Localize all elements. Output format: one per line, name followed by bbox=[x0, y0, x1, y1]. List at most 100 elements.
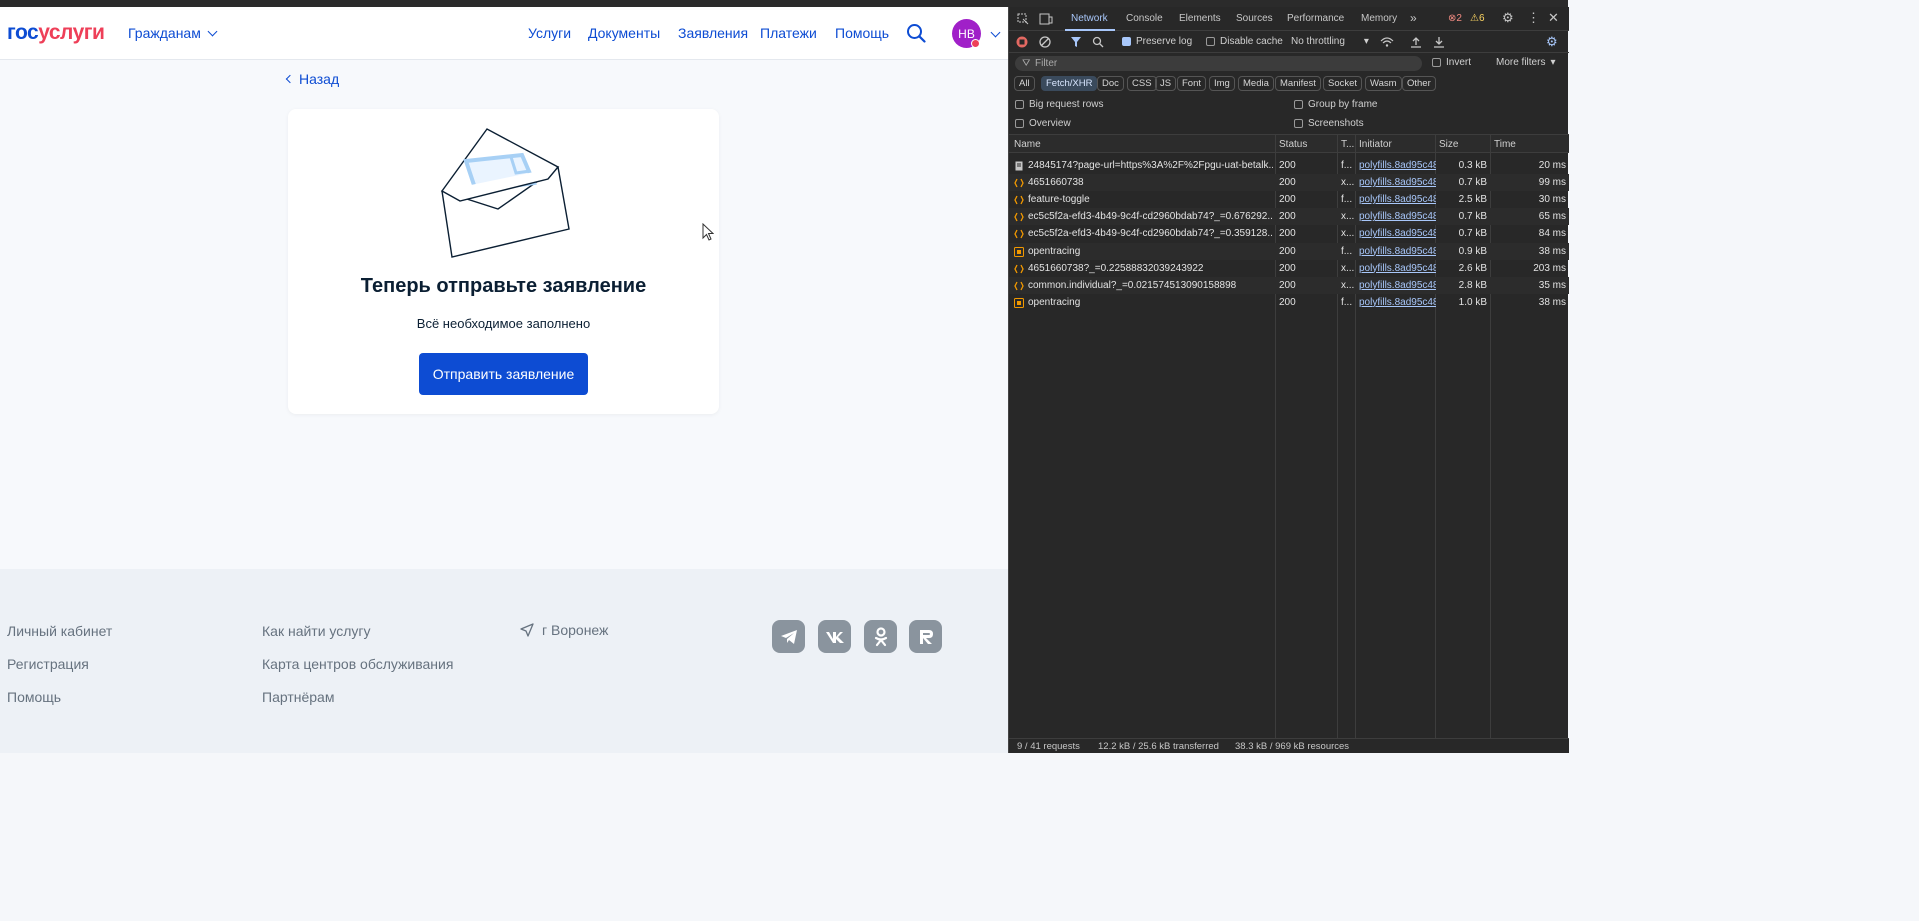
table-row[interactable]: ec5c5f2a-efd3-4b49-9c4f-cd2960bdab74?_=0… bbox=[1009, 208, 1569, 226]
chevron-left-icon bbox=[285, 74, 295, 84]
type-filter-manifest[interactable]: Manifest bbox=[1275, 76, 1321, 91]
type-filter-img[interactable]: Img bbox=[1209, 76, 1235, 91]
more-filters-dropdown[interactable]: More filters ▾ bbox=[1496, 57, 1555, 68]
more-options-icon[interactable]: ⋮ bbox=[1527, 10, 1540, 26]
type-filter-socket[interactable]: Socket bbox=[1323, 76, 1363, 91]
request-initiator[interactable]: polyfills.8ad95c48 bbox=[1359, 246, 1436, 257]
request-type: x... bbox=[1341, 279, 1355, 291]
table-row[interactable]: 24845174?page-url=https%3A%2F%2Fpgu-uat-… bbox=[1009, 157, 1569, 174]
audience-dropdown[interactable]: Гражданам bbox=[128, 25, 218, 41]
request-initiator[interactable]: polyfills.8ad95c48 bbox=[1359, 194, 1436, 205]
type-filter-js[interactable]: JS bbox=[1155, 76, 1177, 91]
tab-performance[interactable]: Performance bbox=[1287, 13, 1344, 24]
footer-link-find-service[interactable]: Как найти услугу bbox=[262, 623, 453, 656]
request-status: 200 bbox=[1279, 279, 1296, 291]
column-initiator[interactable]: Initiator bbox=[1359, 139, 1392, 150]
footer-link-help[interactable]: Помощь bbox=[7, 689, 112, 722]
column-name[interactable]: Name bbox=[1014, 139, 1041, 150]
type-filter-all[interactable]: All bbox=[1014, 76, 1035, 91]
column-status[interactable]: Status bbox=[1279, 139, 1307, 150]
footer-link-cabinet[interactable]: Личный кабинет bbox=[7, 623, 112, 656]
back-link[interactable]: Назад bbox=[285, 71, 339, 87]
filter-funnel-icon[interactable] bbox=[1070, 36, 1082, 48]
xhr-icon bbox=[1014, 230, 1024, 239]
table-row[interactable]: ec5c5f2a-efd3-4b49-9c4f-cd2960bdab74?_=0… bbox=[1009, 225, 1569, 242]
type-filter-doc[interactable]: Doc bbox=[1097, 76, 1124, 91]
nav-help[interactable]: Помощь bbox=[835, 25, 889, 41]
table-row[interactable]: opentracing 200 f... polyfills.8ad95c48 1.0 … bbox=[1009, 294, 1569, 311]
network-settings-gear-icon[interactable]: ⚙ bbox=[1546, 34, 1558, 50]
type-filter-css[interactable]: CSS bbox=[1127, 76, 1157, 91]
request-initiator[interactable]: polyfills.8ad95c48 bbox=[1359, 177, 1436, 188]
search-icon[interactable] bbox=[906, 23, 926, 43]
screenshots-checkbox[interactable]: Screenshots bbox=[1294, 118, 1364, 129]
request-initiator[interactable]: polyfills.8ad95c48 bbox=[1359, 160, 1436, 171]
search-icon[interactable] bbox=[1092, 36, 1104, 48]
column-time[interactable]: Time bbox=[1494, 139, 1516, 150]
request-size: 2.6 kB bbox=[1458, 262, 1487, 274]
table-row[interactable]: opentracing 200 f... polyfills.8ad95c48 0.9 … bbox=[1009, 242, 1569, 260]
tab-sources[interactable]: Sources bbox=[1236, 13, 1273, 24]
column-type[interactable]: T... bbox=[1341, 139, 1354, 150]
big-request-rows-checkbox[interactable]: Big request rows bbox=[1015, 99, 1103, 110]
request-size: 0.7 kB bbox=[1458, 211, 1487, 223]
overview-checkbox[interactable]: Overview bbox=[1015, 118, 1071, 129]
request-size: 1.0 kB bbox=[1458, 296, 1487, 308]
table-row[interactable]: feature-toggle 200 f... polyfills.8ad95c48 2… bbox=[1009, 191, 1569, 208]
request-initiator[interactable]: polyfills.8ad95c48 bbox=[1359, 211, 1436, 222]
nav-documents[interactable]: Документы bbox=[588, 25, 660, 41]
device-toolbar-icon[interactable] bbox=[1039, 13, 1053, 25]
footer-link-partners[interactable]: Партнёрам bbox=[262, 689, 453, 722]
record-stop-icon[interactable] bbox=[1016, 36, 1028, 48]
request-initiator[interactable]: polyfills.8ad95c48 bbox=[1359, 263, 1436, 274]
throttling-select[interactable]: No throttling ▾ bbox=[1291, 36, 1369, 47]
tab-console[interactable]: Console bbox=[1126, 13, 1163, 24]
request-initiator[interactable]: polyfills.8ad95c48 bbox=[1359, 280, 1436, 291]
tab-network[interactable]: Network bbox=[1071, 13, 1108, 24]
type-filter-font[interactable]: Font bbox=[1177, 76, 1207, 91]
type-filter-media[interactable]: Media bbox=[1238, 76, 1274, 91]
rutube-icon[interactable] bbox=[909, 620, 942, 653]
nav-payments[interactable]: Платежи bbox=[760, 25, 817, 41]
more-tabs-icon[interactable]: » bbox=[1410, 11, 1417, 25]
tab-elements[interactable]: Elements bbox=[1179, 13, 1221, 24]
table-row[interactable]: 4651660738?_=0.22588832039243922 200 x... p… bbox=[1009, 260, 1569, 277]
city-selector[interactable]: г Воронеж bbox=[520, 622, 608, 638]
summary-resources: 38.3 kB / 969 kB resources bbox=[1235, 741, 1350, 752]
group-by-frame-checkbox[interactable]: Group by frame bbox=[1294, 99, 1377, 110]
network-conditions-icon[interactable] bbox=[1380, 36, 1394, 48]
footer-col-services: Как найти услугу Карта центров обслужива… bbox=[262, 623, 453, 722]
ok-icon[interactable] bbox=[864, 620, 897, 653]
footer-link-centers-map[interactable]: Карта центров обслуживания bbox=[262, 656, 453, 689]
error-counter[interactable]: ⊗2 bbox=[1448, 13, 1462, 24]
clear-icon[interactable] bbox=[1039, 36, 1051, 48]
type-filter-fetch-xhr[interactable]: Fetch/XHR bbox=[1041, 76, 1098, 91]
import-har-icon[interactable] bbox=[1410, 36, 1422, 48]
export-har-icon[interactable] bbox=[1433, 36, 1445, 48]
table-row[interactable]: 4651660738 200 x... polyfills.8ad95c48 0.7 k… bbox=[1009, 174, 1569, 192]
filter-input[interactable]: ⛛ Filter bbox=[1015, 56, 1422, 71]
chevron-down-icon[interactable] bbox=[990, 27, 1001, 38]
type-filter-other[interactable]: Other bbox=[1402, 76, 1436, 91]
tab-memory[interactable]: Memory bbox=[1361, 13, 1397, 24]
warning-counter[interactable]: ⚠6 bbox=[1470, 13, 1485, 24]
telegram-icon[interactable] bbox=[772, 620, 805, 653]
devtools-tabbar: Network Console Elements Sources Perform… bbox=[1009, 7, 1569, 31]
invert-checkbox[interactable]: Invert bbox=[1432, 57, 1471, 68]
preserve-log-checkbox[interactable]: Preserve log bbox=[1122, 36, 1192, 47]
nav-applications[interactable]: Заявления bbox=[678, 25, 748, 41]
inspect-element-icon[interactable] bbox=[1017, 13, 1029, 25]
disable-cache-checkbox[interactable]: Disable cache bbox=[1206, 36, 1283, 47]
column-size[interactable]: Size bbox=[1439, 139, 1458, 150]
gosuslugi-logo[interactable]: госуслуги bbox=[7, 21, 105, 45]
request-initiator[interactable]: polyfills.8ad95c48 bbox=[1359, 297, 1436, 308]
table-row[interactable]: common.individual?_=0.021574513090158898… bbox=[1009, 276, 1569, 294]
vk-icon[interactable] bbox=[818, 620, 851, 653]
settings-gear-icon[interactable]: ⚙ bbox=[1502, 10, 1514, 26]
submit-application-button[interactable]: Отправить заявление bbox=[419, 353, 588, 395]
footer-link-registration[interactable]: Регистрация bbox=[7, 656, 112, 689]
request-initiator[interactable]: polyfills.8ad95c48 bbox=[1359, 228, 1436, 239]
type-filter-wasm[interactable]: Wasm bbox=[1365, 76, 1402, 91]
nav-services[interactable]: Услуги bbox=[528, 25, 571, 41]
close-icon[interactable]: ✕ bbox=[1548, 10, 1559, 26]
